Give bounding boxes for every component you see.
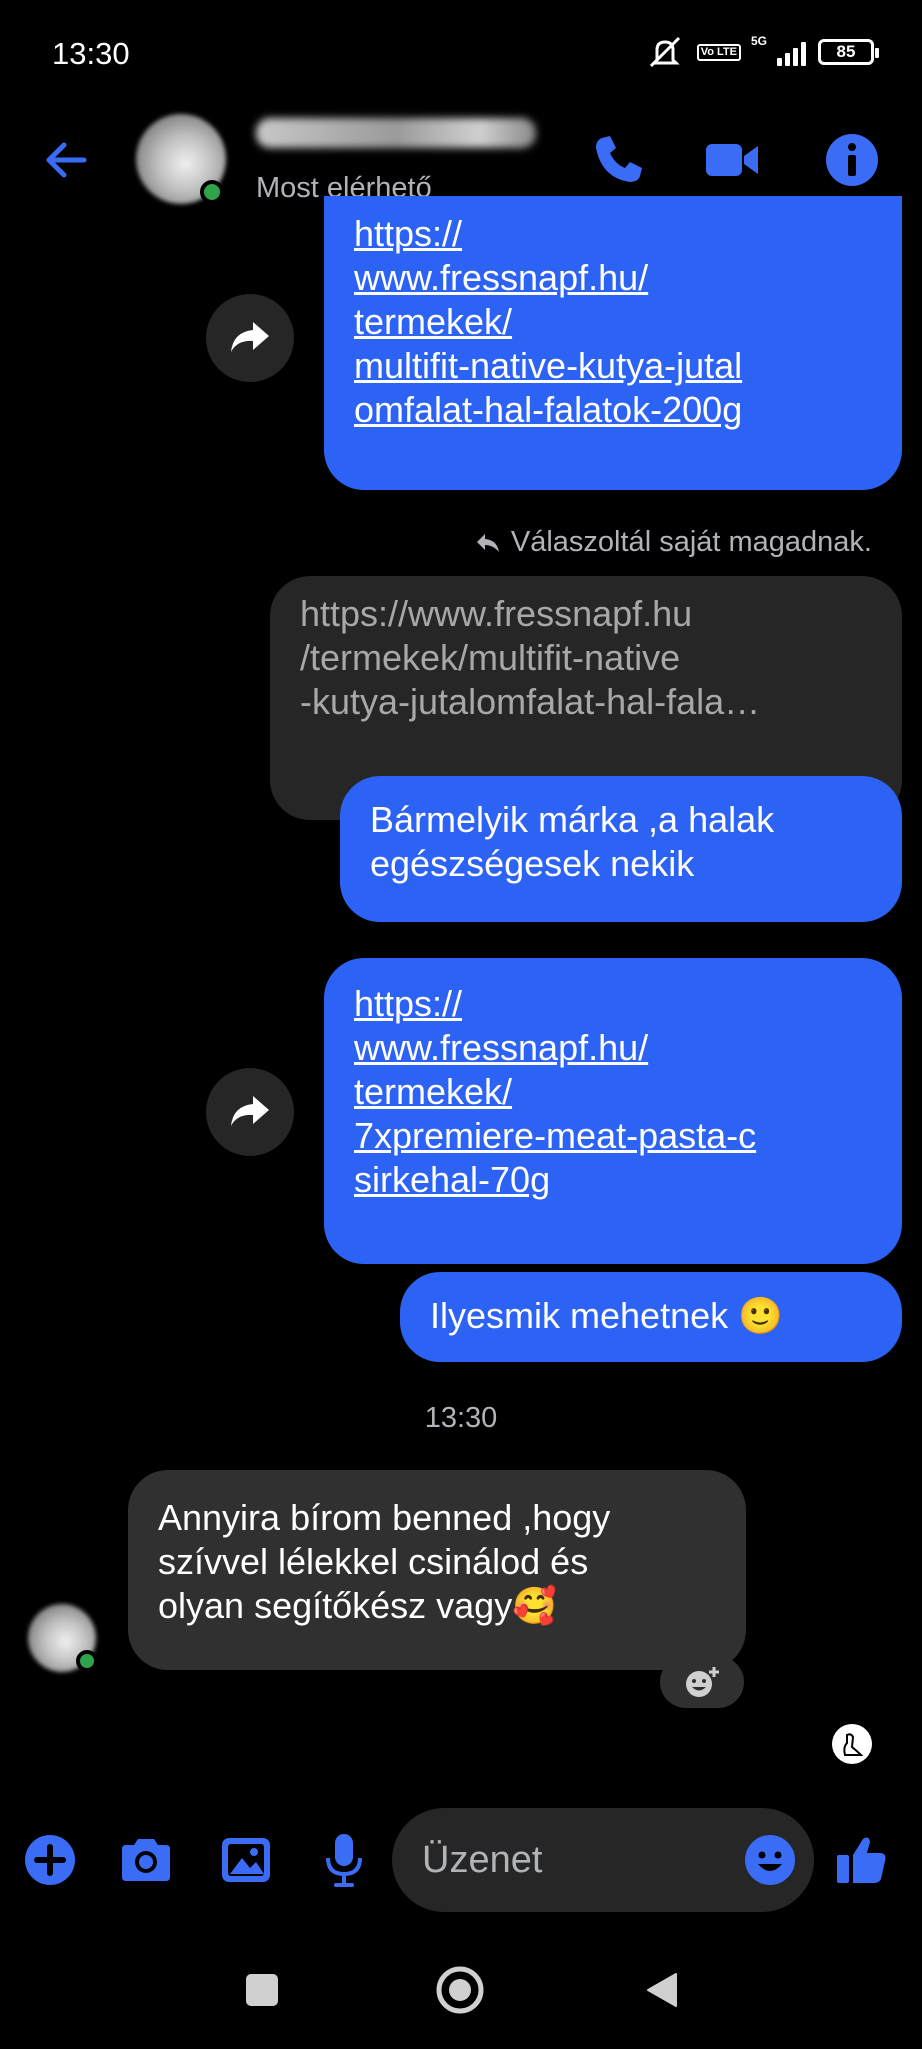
plus-icon xyxy=(25,1835,75,1885)
recents-button[interactable] xyxy=(232,1960,292,2020)
sent-link-message[interactable]: https:// www.fressnapf.hu/ termekek/ 7xp… xyxy=(324,958,902,1264)
share-icon xyxy=(231,322,269,352)
message-composer xyxy=(0,1800,922,1920)
volte-badge: Vo LTE xyxy=(696,43,741,61)
circle-icon xyxy=(436,1966,484,2014)
share-button[interactable] xyxy=(206,294,294,382)
system-navigation-bar xyxy=(0,1930,922,2049)
microphone-button[interactable] xyxy=(314,1830,374,1890)
camera-icon xyxy=(122,1839,170,1881)
battery-icon: 85 xyxy=(818,39,879,65)
online-indicator xyxy=(76,1650,98,1672)
reply-icon xyxy=(476,533,499,552)
contact-name-redacted[interactable] xyxy=(256,118,536,148)
reply-note: Válaszoltál saját magadnak. xyxy=(475,526,872,559)
square-icon xyxy=(246,1974,278,2006)
mute-icon xyxy=(649,36,680,68)
status-icons: Vo LTE 5G 85 xyxy=(645,34,879,68)
gallery-icon xyxy=(222,1838,270,1882)
share-icon xyxy=(231,1096,269,1126)
add-reaction-button[interactable] xyxy=(660,1656,744,1708)
back-button[interactable] xyxy=(632,1960,692,2020)
home-button[interactable] xyxy=(430,1960,490,2020)
info-icon[interactable] xyxy=(822,130,882,190)
emoji-icon[interactable] xyxy=(742,1832,798,1888)
microphone-icon xyxy=(326,1834,362,1887)
received-message[interactable]: Annyira bírom benned ,hogy szívvel lélek… xyxy=(128,1470,746,1670)
phone-icon[interactable] xyxy=(588,130,648,190)
video-icon[interactable] xyxy=(702,130,762,190)
thumbs-up-button[interactable] xyxy=(832,1830,892,1890)
status-time: 13:30 xyxy=(52,36,130,71)
gallery-button[interactable] xyxy=(216,1830,276,1890)
signal-icon: 5G xyxy=(751,34,806,66)
online-indicator xyxy=(200,180,224,204)
add-reaction-icon xyxy=(686,1667,719,1697)
triangle-icon xyxy=(647,1973,677,2007)
sent-link-message[interactable]: https:// www.fressnapf.hu/ termekek/ mul… xyxy=(324,196,902,490)
share-button[interactable] xyxy=(206,1068,294,1156)
seen-avatar-icon xyxy=(843,1733,864,1756)
thumbs-up-icon xyxy=(837,1837,886,1883)
camera-button[interactable] xyxy=(116,1830,176,1890)
plus-button[interactable] xyxy=(20,1830,80,1890)
back-arrow-icon[interactable] xyxy=(40,134,92,186)
sent-text-message[interactable]: Ilyesmik mehetnek 🙂 xyxy=(400,1272,902,1362)
message-timestamp: 13:30 xyxy=(424,1402,498,1434)
sent-reply-message[interactable]: Bármelyik márka ,a halak egészségesek ne… xyxy=(340,776,902,922)
seen-indicator-avatar xyxy=(832,1724,872,1764)
